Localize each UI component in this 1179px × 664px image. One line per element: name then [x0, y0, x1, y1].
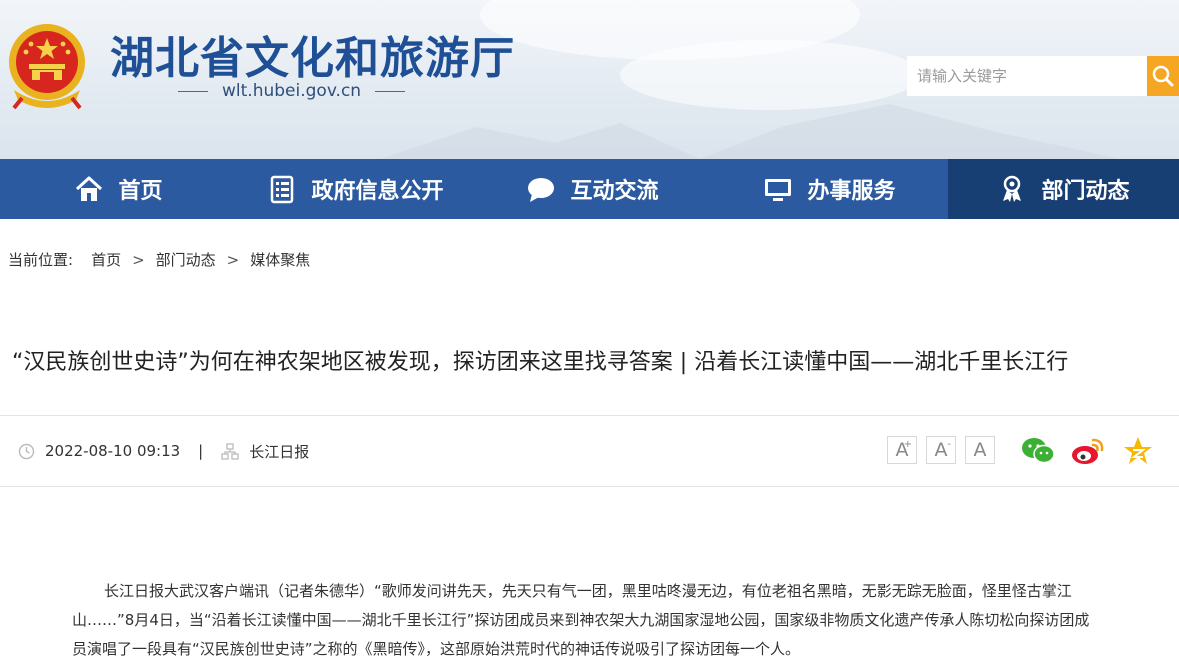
nav-item-label: 互动交流	[570, 179, 659, 204]
site-title: 湖北省文化和旅游厅	[110, 33, 515, 84]
nav-item-label: 政府信息公开	[311, 179, 444, 204]
nav-item-home[interactable]: 首页	[0, 159, 237, 219]
clock-icon	[18, 443, 35, 459]
search-input[interactable]	[907, 56, 1147, 96]
share-buttons	[1021, 434, 1155, 468]
site-header: 湖北省文化和旅游厅 wlt.hubei.gov.cn	[0, 0, 1179, 159]
chat-bubble-icon	[528, 178, 555, 202]
breadcrumb-separator: >	[226, 250, 240, 269]
breadcrumb-link-department-news[interactable]: 部门动态	[156, 249, 216, 270]
cloud-decoration	[620, 40, 920, 110]
site-url-row: wlt.hubei.gov.cn	[178, 80, 406, 102]
national-emblem-logo	[9, 24, 85, 110]
source-icon	[221, 442, 239, 460]
nav-item-label: 部门动态	[1041, 179, 1130, 204]
breadcrumb: 当前位置: 首页 > 部门动态 > 媒体聚焦	[8, 249, 310, 270]
home-icon	[76, 176, 103, 201]
breadcrumb-prefix: 当前位置:	[8, 251, 74, 269]
article-meta: 2022-08-10 09:13 | 长江日报	[18, 440, 309, 462]
search-button[interactable]	[1147, 56, 1179, 96]
search-icon	[1152, 65, 1174, 87]
wechat-icon	[1022, 438, 1055, 464]
nav-item-interaction[interactable]: 互动交流	[474, 159, 711, 219]
font-size-controls: A + A- A	[887, 436, 995, 464]
weibo-icon	[1072, 438, 1104, 464]
decorative-line	[375, 90, 406, 92]
mountain-decoration	[700, 104, 1120, 159]
publish-date: 2022-08-10 09:13	[45, 442, 181, 460]
nav-item-gov-info[interactable]: 政府信息公开	[237, 159, 474, 219]
meta-divider	[0, 486, 1179, 487]
document-list-icon	[271, 175, 294, 204]
article-body: 长江日报大武汉客户端讯（记者朱德华）“歌师发问讲先天，先天只有气一团，黑里咕咚漫…	[72, 577, 1102, 664]
main-nav: 首页 政府信息公开 互动交流 办事服务 部门动态	[0, 159, 1179, 219]
article-title: “汉民族创世史诗”为何在神农架地区被发现，探访团来这里找寻答案 | 沿着长江读懂…	[12, 350, 1069, 375]
share-qzone-button[interactable]	[1121, 434, 1155, 468]
article-source: 长江日报	[249, 442, 310, 461]
badge-person-icon	[1003, 175, 1022, 202]
qzone-icon	[1124, 437, 1152, 464]
meta-separator: |	[198, 442, 204, 460]
breadcrumb-link-home[interactable]: 首页	[91, 249, 121, 270]
nav-item-label: 办事服务	[807, 179, 896, 204]
breadcrumb-link-media-focus[interactable]: 媒体聚焦	[250, 249, 310, 270]
nav-item-label: 首页	[118, 179, 163, 204]
decorative-line	[178, 90, 208, 92]
font-increase-button[interactable]: A +	[887, 436, 917, 464]
article-paragraph: 长江日报大武汉客户端讯（记者朱德华）“歌师发问讲先天，先天只有气一团，黑里咕咚漫…	[72, 582, 1090, 658]
font-decrease-button[interactable]: A-	[926, 436, 956, 464]
font-reset-button[interactable]: A	[965, 436, 995, 464]
share-wechat-button[interactable]	[1021, 434, 1055, 468]
breadcrumb-separator: >	[132, 250, 145, 269]
monitor-icon	[765, 179, 792, 201]
nav-item-services[interactable]: 办事服务	[711, 159, 948, 219]
share-weibo-button[interactable]	[1071, 434, 1105, 468]
site-url: wlt.hubei.gov.cn	[222, 81, 362, 101]
mountain-decoration	[380, 123, 700, 159]
nav-item-department-news[interactable]: 部门动态	[948, 159, 1179, 219]
title-divider	[0, 415, 1179, 416]
